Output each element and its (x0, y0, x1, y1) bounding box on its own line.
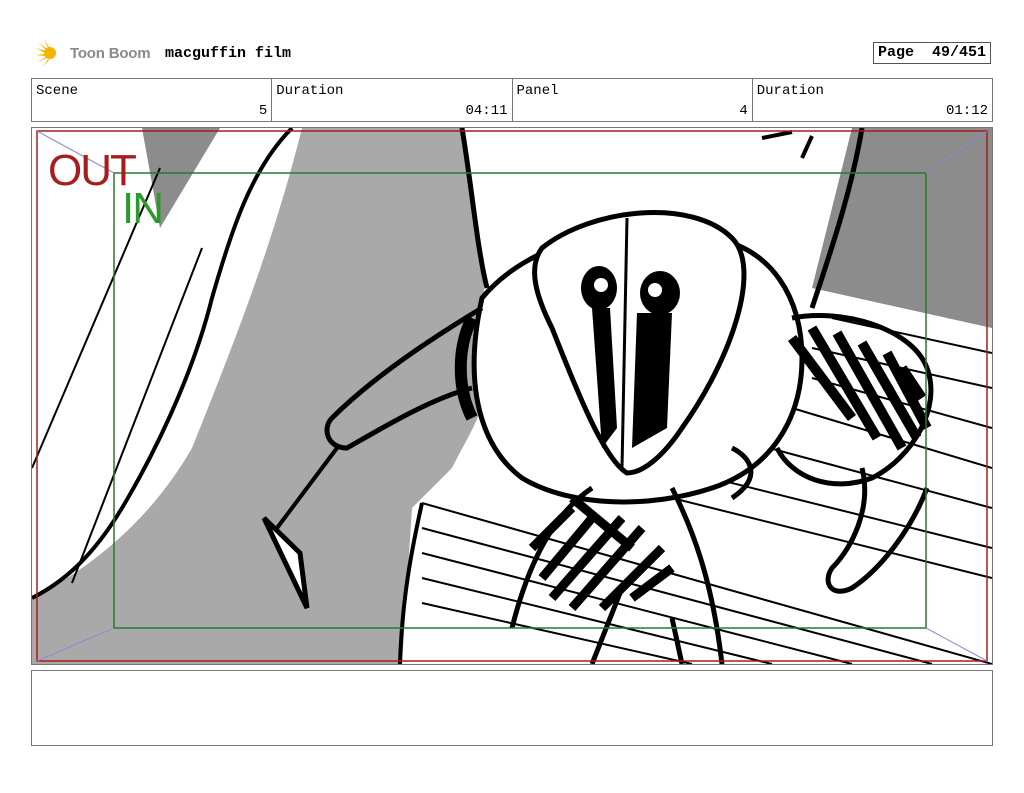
sunburst-icon (35, 39, 56, 67)
right-tear (632, 313, 672, 448)
project-title: macguffin film (165, 45, 292, 62)
panel-value: 4 (739, 103, 748, 119)
scene-label: Scene (36, 83, 79, 99)
field-in-label: IN (122, 184, 164, 233)
toon-boom-logo: Toon Boom (34, 38, 151, 68)
page-counter: Page 49/451 (873, 42, 991, 64)
scene-cell: Scene 5 (32, 79, 273, 121)
logo-text: Toon Boom (70, 44, 151, 62)
scene-duration-value: 04:11 (465, 103, 508, 119)
panel-duration-cell: Duration 01:12 (753, 79, 992, 121)
panel-info-row: Scene 5 Duration 04:11 Panel 4 Duration … (31, 78, 993, 122)
storyboard-panel: OUT IN (31, 127, 993, 665)
panel-cell: Panel 4 (513, 79, 753, 121)
panel-duration-label: Duration (756, 83, 824, 99)
panel-duration-value: 01:12 (945, 103, 988, 119)
page-value: 49/451 (931, 44, 986, 61)
panel-drawing (32, 128, 992, 664)
scene-duration-label: Duration (276, 83, 344, 99)
panel-label: Panel (516, 83, 559, 99)
scene-duration-cell: Duration 04:11 (272, 79, 513, 121)
notes-box[interactable] (31, 670, 993, 746)
scene-value: 5 (258, 103, 268, 119)
page-label: Page (878, 44, 915, 61)
